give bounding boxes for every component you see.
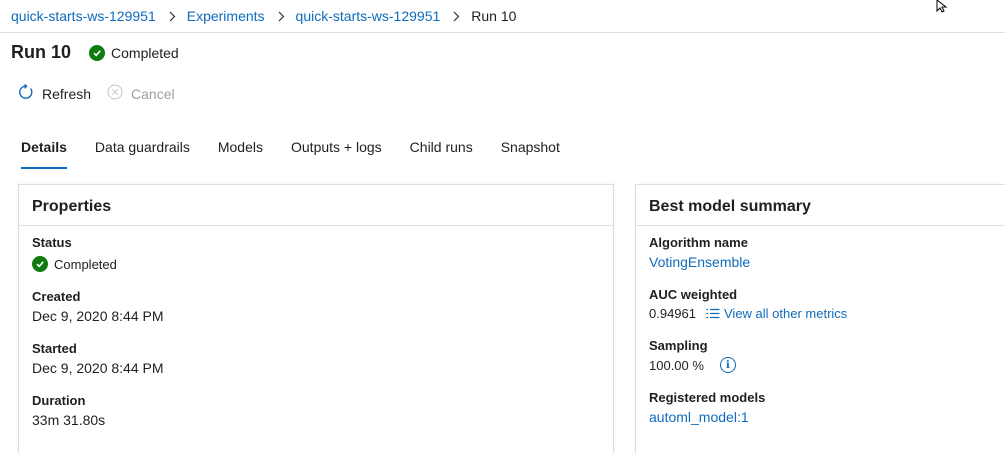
run-status-text: Completed — [111, 44, 179, 61]
card-divider — [19, 225, 613, 226]
best-model-title: Best model summary — [649, 198, 811, 215]
refresh-label: Refresh — [42, 85, 92, 102]
run-status-badge: Completed — [89, 44, 179, 61]
registered-models-label: Registered models — [649, 390, 766, 405]
auc-value: 0.94961 — [649, 306, 696, 321]
header-divider — [0, 32, 1005, 33]
properties-title: Properties — [32, 198, 112, 215]
breadcrumb-experiment-link[interactable]: quick-starts-ws-129951 — [296, 8, 441, 24]
duration-label: Duration — [32, 393, 86, 408]
auc-row: 0.94961 View all other metrics — [649, 306, 847, 321]
properties-card: Properties Status Completed Created Dec … — [18, 184, 614, 453]
chevron-right-icon — [453, 11, 460, 22]
cancel-circle-icon — [107, 84, 123, 103]
list-icon — [706, 308, 720, 319]
status-value: Completed — [32, 256, 117, 272]
created-label: Created — [32, 289, 81, 304]
run-header: Run 10 Completed — [11, 42, 179, 63]
created-value: Dec 9, 2020 8:44 PM — [32, 308, 164, 324]
tab-snapshot[interactable]: Snapshot — [501, 137, 560, 169]
tab-outputs-logs[interactable]: Outputs + logs — [291, 137, 382, 169]
breadcrumb-experiments-link[interactable]: Experiments — [187, 8, 265, 24]
refresh-button[interactable]: Refresh — [18, 83, 92, 103]
check-circle-icon — [32, 256, 48, 272]
view-all-metrics-label: View all other metrics — [724, 306, 848, 321]
status-value-text: Completed — [54, 256, 117, 272]
view-all-metrics-link[interactable]: View all other metrics — [706, 306, 847, 321]
tab-data-guardrails[interactable]: Data guardrails — [95, 137, 190, 169]
started-label: Started — [32, 341, 77, 356]
page-title: Run 10 — [11, 42, 72, 62]
breadcrumb: quick-starts-ws-129951 Experiments quick… — [11, 6, 516, 26]
breadcrumb-workspace-link[interactable]: quick-starts-ws-129951 — [11, 8, 156, 24]
auc-label: AUC weighted — [649, 287, 738, 302]
breadcrumb-current: Run 10 — [471, 8, 517, 24]
command-bar: Refresh Cancel — [18, 83, 191, 103]
tab-models[interactable]: Models — [218, 137, 263, 169]
tab-details[interactable]: Details — [21, 137, 67, 169]
mouse-cursor-icon — [936, 0, 950, 19]
started-value: Dec 9, 2020 8:44 PM — [32, 360, 164, 376]
algorithm-label: Algorithm name — [649, 235, 748, 250]
refresh-icon — [18, 83, 34, 103]
algorithm-link[interactable]: VotingEnsemble — [649, 254, 750, 270]
chevron-right-icon — [169, 11, 176, 22]
sampling-row: 100.00 % i — [649, 357, 736, 373]
cancel-label: Cancel — [131, 85, 175, 102]
cancel-button[interactable]: Cancel — [107, 84, 175, 103]
check-circle-icon — [89, 44, 106, 61]
registered-model-link[interactable]: automl_model:1 — [649, 409, 749, 425]
status-label: Status — [32, 235, 72, 250]
best-model-summary-card: Best model summary Algorithm name Voting… — [635, 184, 1005, 453]
info-icon[interactable]: i — [719, 357, 736, 373]
chevron-right-icon — [278, 11, 285, 22]
sampling-label: Sampling — [649, 338, 708, 353]
tab-child-runs[interactable]: Child runs — [410, 137, 473, 169]
duration-value: 33m 31.80s — [32, 412, 106, 428]
card-divider — [636, 225, 1005, 226]
sampling-value: 100.00 % — [649, 357, 704, 373]
run-tabs: Details Data guardrails Models Outputs +… — [21, 137, 588, 171]
